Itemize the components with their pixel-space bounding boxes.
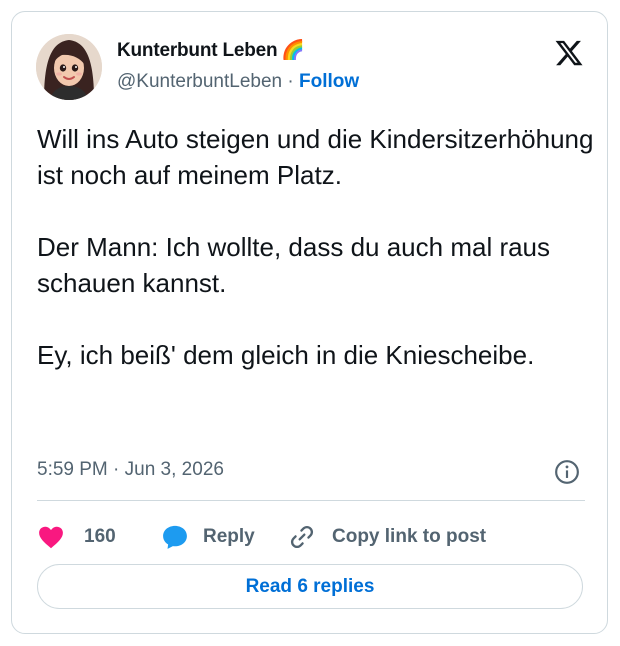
avatar-illustration bbox=[36, 34, 102, 100]
reply-bubble-icon bbox=[163, 525, 187, 549]
copy-link-label: Copy link to post bbox=[332, 526, 487, 547]
read-replies-button[interactable]: Read 6 replies bbox=[37, 564, 583, 609]
tweet-card: Kunterbunt Leben 🌈 @KunterbuntLeben · Fol… bbox=[11, 11, 608, 634]
reply-button[interactable]: Reply bbox=[161, 517, 255, 557]
like-button[interactable]: 160 bbox=[37, 517, 116, 557]
handle-row: @KunterbuntLeben · Follow bbox=[117, 71, 359, 93]
link-icon bbox=[290, 525, 314, 549]
copy-link-button[interactable]: Copy link to post bbox=[288, 517, 486, 557]
x-logo-icon[interactable] bbox=[554, 38, 584, 68]
like-count: 160 bbox=[84, 526, 116, 547]
timestamp[interactable]: 5:59 PM · Jun 3, 2026 bbox=[37, 459, 224, 481]
user-handle[interactable]: @KunterbuntLeben bbox=[117, 71, 282, 92]
display-name[interactable]: Kunterbunt Leben 🌈 bbox=[117, 38, 305, 62]
read-replies-label: Read 6 replies bbox=[245, 575, 375, 597]
tweet-text: Will ins Auto steigen und die Kindersitz… bbox=[37, 124, 594, 370]
info-icon[interactable] bbox=[554, 459, 580, 485]
reply-label: Reply bbox=[203, 526, 255, 547]
heart-icon bbox=[39, 526, 63, 549]
handle-separator: · bbox=[287, 71, 294, 92]
divider bbox=[37, 500, 585, 501]
action-bar: 160 Reply Copy link to post bbox=[37, 517, 585, 557]
display-name-text: Kunterbunt Leben bbox=[117, 40, 278, 61]
avatar[interactable] bbox=[36, 34, 102, 100]
follow-button[interactable]: Follow bbox=[299, 71, 359, 92]
name-emoji: 🌈 bbox=[281, 40, 305, 61]
